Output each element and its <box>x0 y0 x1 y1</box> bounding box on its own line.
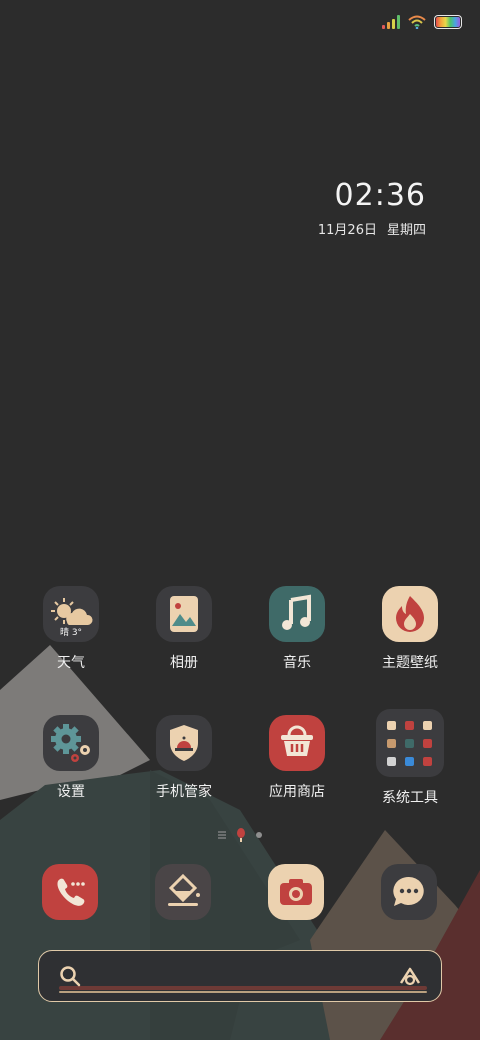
app-label: 天气 <box>57 655 85 671</box>
app-label: 音乐 <box>283 655 311 671</box>
balloon-icon <box>237 828 245 842</box>
app-label: 主题壁纸 <box>382 655 438 671</box>
shield-icon <box>156 715 212 771</box>
search-bar[interactable] <box>38 950 442 1002</box>
app-theme[interactable]: 主题壁纸 <box>362 586 458 672</box>
app-music[interactable]: 音乐 <box>249 586 345 672</box>
music-icon <box>269 586 325 642</box>
app-label: 设置 <box>57 784 85 800</box>
app-store[interactable]: 应用商店 <box>249 715 345 801</box>
dock-camera[interactable] <box>268 864 324 920</box>
battery-icon <box>434 15 462 29</box>
search-icon[interactable] <box>59 965 81 987</box>
wifi-icon <box>408 15 426 29</box>
browser-icon <box>168 873 200 906</box>
basket-icon <box>269 715 325 771</box>
app-label: 系统工具 <box>382 790 438 806</box>
dock-browser[interactable] <box>155 864 211 920</box>
signal-icon <box>382 15 400 29</box>
status-bar <box>382 12 462 32</box>
camera-icon <box>280 879 312 905</box>
search-bar-stripe <box>59 986 427 990</box>
page-indicator[interactable] <box>0 828 480 842</box>
clock-date: 11月26日 <box>317 223 377 238</box>
weather-icon: 晴 3° <box>43 586 99 642</box>
app-label: 应用商店 <box>269 784 325 800</box>
folder-icon <box>376 709 444 777</box>
weather-temperature: 晴 3° <box>59 628 83 638</box>
app-phone-manager[interactable]: 手机管家 <box>136 715 232 801</box>
dot-icon <box>256 832 262 838</box>
app-weather[interactable]: 晴 3° 天气 <box>23 586 119 672</box>
theme-icon <box>382 586 438 642</box>
dock-phone[interactable] <box>42 864 98 920</box>
clock-widget[interactable]: 02:36 11月26日 星期四 <box>318 178 426 238</box>
search-bar-stripe-accent <box>59 991 427 993</box>
clock-time: 02:36 <box>334 178 426 213</box>
clock-date-line: 11月26日 星期四 <box>318 219 426 238</box>
dock-messages[interactable] <box>381 864 437 920</box>
ai-assistant-icon[interactable] <box>397 966 423 986</box>
clock-weekday: 星期四 <box>386 223 426 238</box>
gallery-icon <box>156 586 212 642</box>
phone-icon <box>57 878 85 906</box>
app-label: 手机管家 <box>156 784 212 800</box>
list-icon <box>218 831 226 839</box>
app-gallery[interactable]: 相册 <box>136 586 232 672</box>
app-label: 相册 <box>170 655 198 671</box>
messages-icon <box>393 876 424 906</box>
app-settings[interactable]: 设置 <box>23 715 119 801</box>
app-system-tools[interactable]: 系统工具 <box>362 709 458 807</box>
gear-icon <box>43 715 99 771</box>
